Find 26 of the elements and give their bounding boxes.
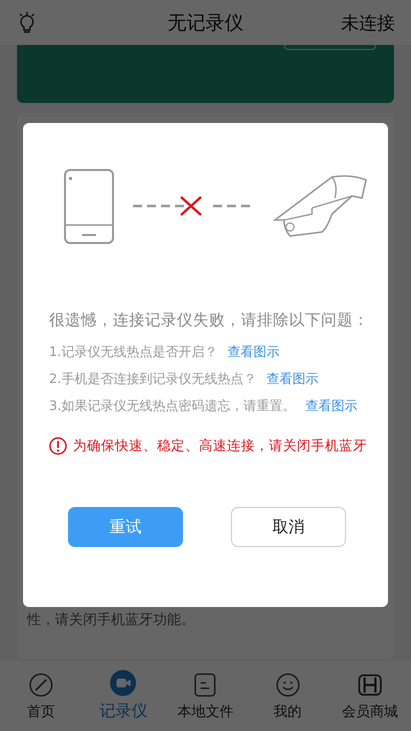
video-camera-icon [110, 670, 136, 696]
nav-tab[interactable]: 本地文件 [166, 672, 244, 720]
dashcam-icon [272, 174, 368, 238]
warning-text: 为确保快速、稳定、高速连接，请关闭手机蓝牙 [73, 437, 367, 455]
nav-tab[interactable]: 记录仪 [84, 670, 162, 722]
nav-tab[interactable]: 会员商城 [330, 672, 409, 720]
smiley-icon [274, 672, 301, 698]
step-text: 2.手机是否连接到记录仪无线热点？ [49, 371, 256, 388]
view-diagram-link[interactable]: 查看图示 [305, 397, 358, 415]
emblem-icon [356, 672, 383, 698]
step-text: 1.记录仪无线热点是否开启？ [49, 344, 218, 361]
view-diagram-link[interactable]: 查看图示 [266, 370, 318, 388]
connection-status[interactable]: 未连接 [341, 10, 395, 34]
nav-tab[interactable]: 我的 [248, 672, 327, 720]
screen-title: 无记录仪 [168, 10, 244, 36]
phone-icon [64, 168, 114, 244]
dialog-message: 很遗憾，连接记录仪失败，请排除以下问题： [49, 310, 368, 331]
broken-link-icon [133, 195, 253, 217]
cancel-button[interactable]: 取消 [231, 507, 346, 547]
tip-text: 性，请关闭手机蓝牙功能。 [27, 611, 196, 629]
retry-button[interactable]: 重试 [68, 507, 183, 547]
view-diagram-link[interactable]: 查看图示 [227, 343, 280, 361]
step-text: 3.如果记录仪无线热点密码遗忘，请重置。 [49, 398, 296, 415]
warning-icon [49, 437, 67, 455]
nav-tab[interactable]: 首页 [2, 672, 80, 720]
document-icon [192, 672, 218, 698]
